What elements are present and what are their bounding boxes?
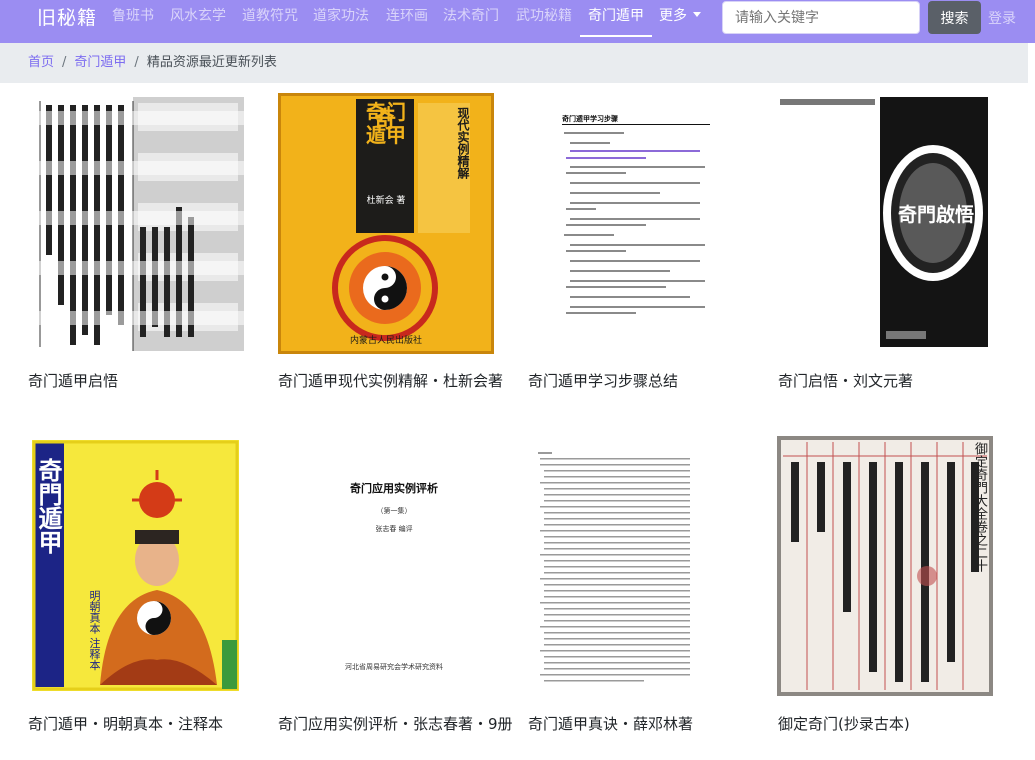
site-logo[interactable]: 旧秘籍 (37, 6, 97, 30)
book-title[interactable]: 奇门遁甲真诀・薛邓林著 (528, 714, 768, 734)
cover-publisher: 内蒙古人民出版社 (349, 336, 422, 346)
nav-item-wugong[interactable]: 武功秘籍 (516, 7, 572, 25)
cover-title: 奇门遁甲 (366, 100, 406, 147)
nav-more-dropdown[interactable]: 更多 (659, 7, 701, 25)
breadcrumb-category-link[interactable]: 奇门遁甲 (74, 55, 126, 70)
book-title[interactable]: 奇门遁甲・明朝真本・注释本 (28, 714, 268, 734)
doc-subheading: （第一集） (376, 507, 412, 515)
nav-more-label: 更多 (659, 8, 687, 24)
book-cover-image[interactable] (538, 450, 704, 690)
cover-note: 明朝真本 注释本 (88, 590, 101, 671)
book-cover-image[interactable]: 奇门应用实例评析 （第一集） 张志春 编评 河北省周易研究会学术研究资料 (314, 466, 474, 678)
chevron-down-icon (693, 12, 701, 17)
nav-item-luban[interactable]: 鲁班书 (112, 7, 154, 25)
book-title[interactable]: 奇门遁甲现代实例精解・杜新会著 (278, 371, 528, 391)
cover-title: 奇門遁甲 (34, 458, 62, 554)
nav-item-qimen[interactable]: 奇门遁甲 (588, 7, 644, 25)
nav-item-lianhuanhua[interactable]: 连环画 (386, 7, 428, 25)
cover-author: 杜新会 著 (366, 196, 406, 206)
book-cover-image[interactable] (28, 97, 244, 351)
book-cover-image[interactable]: 奇门遁甲学习步骤 (560, 110, 712, 322)
book-title[interactable]: 奇门应用实例评析・张志春著・9册 (278, 714, 523, 734)
search-button[interactable]: 搜索 (928, 1, 981, 34)
login-link[interactable]: 登录 (988, 8, 1016, 28)
doc-heading: 奇门应用实例评析 (350, 482, 438, 495)
top-navbar: 旧秘籍 鲁班书 风水玄学 道教符咒 道家功法 连环画 法术奇门 武功秘籍 奇门遁… (0, 0, 1035, 43)
breadcrumb-home-link[interactable]: 首页 (28, 55, 54, 70)
book-cover-image[interactable]: 奇 奇门遁甲 杜新会 著 现代实例精解 内蒙古人民出版社 (278, 93, 494, 354)
nav-item-gongfa[interactable]: 道家功法 (313, 7, 369, 25)
doc-footer: 河北省周易研究会学术研究资料 (345, 663, 443, 671)
breadcrumb-separator: / (62, 55, 67, 70)
book-title[interactable]: 奇门遁甲启悟 (28, 371, 268, 391)
book-title[interactable]: 御定奇门(抄录古本) (778, 714, 1018, 734)
cover-title: 奇門啟悟 (897, 204, 974, 226)
doc-author: 张志春 编评 (375, 525, 413, 533)
cover-subtitle: 现代实例精解 (456, 107, 470, 179)
active-tab-indicator (580, 35, 652, 37)
nav-item-fuzhou[interactable]: 道教符咒 (242, 7, 298, 25)
breadcrumb: 首页 / 奇门遁甲 / 精品资源最近更新列表 (0, 43, 1028, 83)
book-title[interactable]: 奇门遁甲学习步骤总结 (528, 371, 768, 391)
search-input[interactable] (722, 1, 920, 34)
book-cover-image[interactable]: 奇門遁甲 明朝真本 注释本 (32, 440, 239, 691)
breadcrumb-current: 精品资源最近更新列表 (146, 55, 277, 70)
nav-item-fengshui[interactable]: 风水玄学 (170, 7, 226, 25)
breadcrumb-separator: / (134, 55, 139, 70)
book-cover-image[interactable]: 御定奇門大全卷之二十 (777, 436, 993, 696)
manuscript-heading: 御定奇門大全卷之二十 (972, 442, 987, 572)
nav-item-fashu[interactable]: 法术奇门 (443, 7, 499, 25)
book-title[interactable]: 奇门启悟・刘文元著 (778, 371, 1018, 391)
book-cover-image[interactable]: 奇門啟悟 (778, 95, 993, 350)
